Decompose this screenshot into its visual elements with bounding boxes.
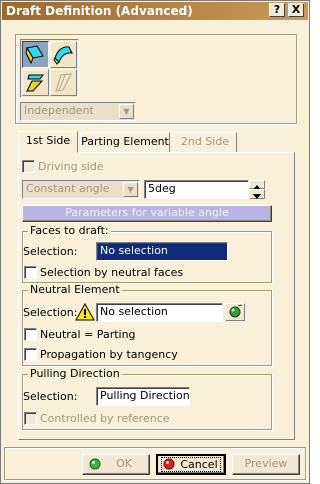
controlled-by-reference-label: Controlled by reference <box>40 412 170 425</box>
help-button[interactable]: ? <box>269 3 285 17</box>
faces-selection-field[interactable]: No selection <box>96 242 228 261</box>
faces-selection-label: Selection: <box>23 245 78 258</box>
tab-2nd-side-label: 2nd Side <box>180 135 230 148</box>
draft-definition-dialog: Draft Definition (Advanced) ? X Independ… <box>0 0 310 484</box>
warning-icon <box>75 302 95 321</box>
neutral-parting-checkbox[interactable] <box>24 328 37 341</box>
angle-type-value: Constant angle <box>26 182 110 195</box>
pulling-direction-title: Pulling Direction <box>28 367 122 380</box>
neutral-selection-label: Selection: <box>23 306 78 319</box>
draft-type-icons <box>20 39 79 98</box>
angle-type-combo[interactable]: Constant angle ▼ <box>22 180 140 199</box>
preview-button[interactable]: Preview <box>232 454 300 475</box>
ok-button[interactable]: OK <box>82 454 150 475</box>
faces-to-draft-title: Faces to draft: <box>28 224 111 237</box>
spin-down-icon[interactable] <box>249 189 265 199</box>
tab-2nd-side[interactable]: 2nd Side <box>173 132 237 152</box>
window-title: Draft Definition (Advanced) <box>6 4 193 18</box>
draft-parting-icon[interactable] <box>50 69 77 96</box>
pulling-direction-field[interactable]: Pulling Direction <box>96 387 190 406</box>
driving-side-label: Driving side <box>38 160 104 173</box>
propagation-label: Propagation by tangency <box>40 348 178 361</box>
draft-basic-icon[interactable] <box>22 41 49 68</box>
select-element-icon[interactable] <box>225 303 245 321</box>
tab-parting-element-label: Parting Element <box>81 135 169 148</box>
neutral-selection-field[interactable]: No selection <box>96 303 223 322</box>
chevron-down-icon[interactable]: ▼ <box>119 104 134 119</box>
neutral-faces-label: Selection by neutral faces <box>40 266 184 279</box>
draft-mode-combo[interactable]: Independent ▼ <box>20 102 136 121</box>
cancel-icon <box>163 458 175 470</box>
tab-parting-element[interactable]: Parting Element <box>80 132 170 152</box>
propagation-checkbox[interactable] <box>24 348 37 361</box>
cancel-button[interactable]: Cancel <box>156 454 226 475</box>
draft-mode-value: Independent <box>24 104 94 117</box>
ok-label: OK <box>116 457 132 470</box>
angle-spinner[interactable] <box>249 180 265 199</box>
neutral-faces-checkbox[interactable] <box>24 266 37 279</box>
angle-value-input[interactable]: 5deg <box>144 180 249 199</box>
tab-1st-side[interactable]: 1st Side <box>18 131 78 153</box>
tab-1st-side-label: 1st Side <box>25 134 71 147</box>
pulling-selection-label: Selection: <box>23 390 78 403</box>
draft-reflect-icon[interactable] <box>50 41 77 68</box>
driving-side-checkbox[interactable] <box>22 160 35 173</box>
spin-up-icon[interactable] <box>249 180 265 190</box>
title-bar[interactable]: Draft Definition (Advanced) <box>2 2 308 20</box>
close-button[interactable]: X <box>288 3 304 17</box>
variable-angle-parameters-button[interactable]: Parameters for variable angle <box>22 205 272 222</box>
draft-variable-icon[interactable] <box>22 69 49 96</box>
neutral-element-title: Neutral Element <box>28 283 122 296</box>
neutral-parting-label: Neutral = Parting <box>40 328 136 341</box>
chevron-down-icon[interactable]: ▼ <box>123 182 138 197</box>
controlled-by-reference-checkbox[interactable] <box>24 412 37 425</box>
ok-icon <box>89 458 101 470</box>
